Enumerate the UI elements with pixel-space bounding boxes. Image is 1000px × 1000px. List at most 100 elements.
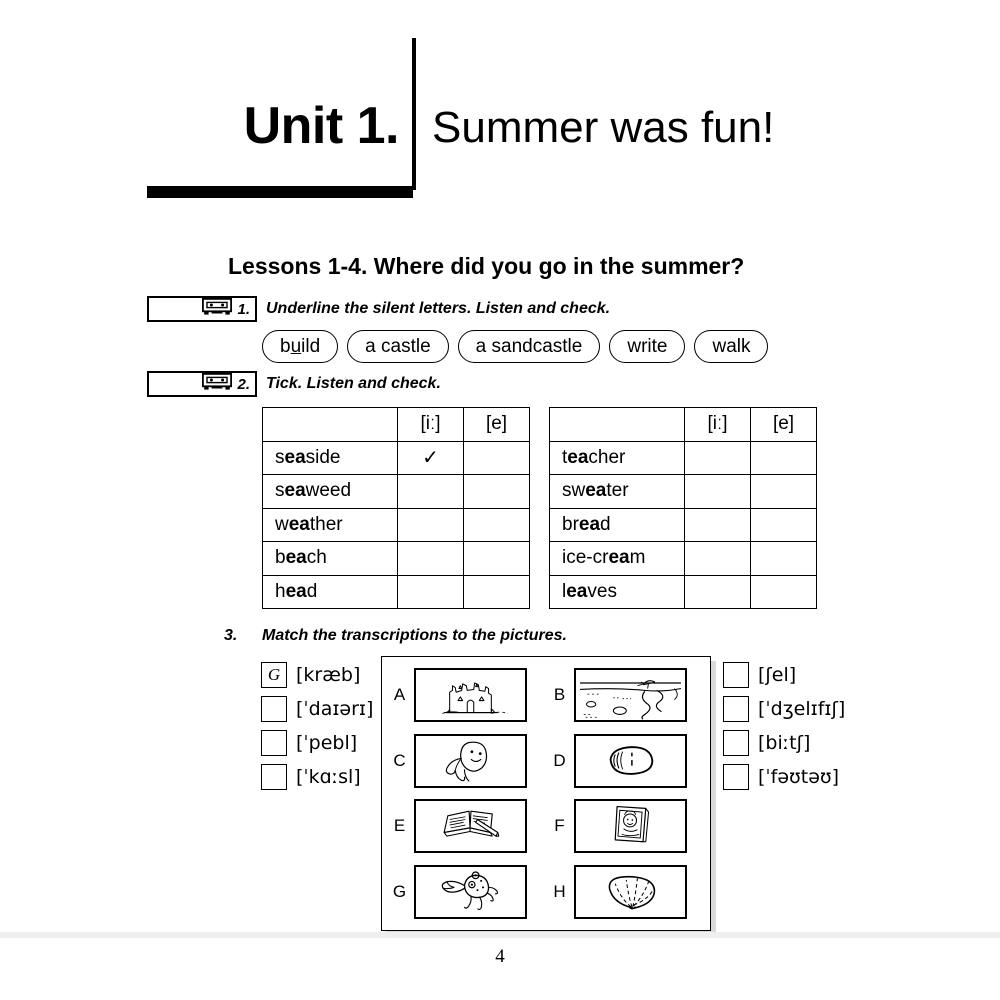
tick-cell-long-i[interactable] [684, 541, 751, 576]
word-cell-teacher: teacher [549, 440, 685, 475]
word-pill-a-sandcastle[interactable]: a sandcastle [457, 330, 601, 363]
word-part-bold: ea [284, 480, 306, 502]
tick-cell-long-i[interactable] [397, 541, 464, 576]
unit-title: Summer was fun! [432, 103, 775, 152]
word-part-pre: br [562, 513, 579, 535]
header-cell-long-i: [iː] [684, 407, 751, 442]
word-part-pre: s [275, 480, 285, 502]
header-black-bar [147, 186, 413, 198]
tick-cell-short-e[interactable] [750, 440, 817, 475]
transcription-text: [ˈpebl] [296, 731, 358, 754]
word-cell-beach: beach [262, 541, 398, 576]
word-part-pre: sw [562, 480, 586, 502]
transcription-list-right: [ʃel] [ˈdʒelɪfɪʃ] [biːtʃ] [ˈfəʊtəʊ] [723, 661, 845, 791]
table-row: ice-cream [549, 541, 817, 576]
word-part-bold: ea [288, 513, 310, 535]
page-number: 4 [495, 946, 505, 967]
picture-letter: C [393, 750, 406, 770]
tick-cell-short-e[interactable] [463, 574, 530, 609]
picture-letter: F [554, 816, 565, 836]
tick-cell-long-i[interactable] [397, 474, 464, 509]
sound-table-right: [iː] [e] teacher sweater bread ice-cream… [549, 407, 817, 609]
answer-box[interactable] [261, 764, 287, 790]
picture-cell-b: B [546, 667, 706, 722]
tick-cell-long-i[interactable] [684, 574, 751, 609]
exercise-3-number: 3. [224, 627, 238, 644]
transcription-text: [ˈdaɪərɪ] [296, 697, 374, 720]
diary-picture[interactable] [414, 799, 527, 854]
exercise-1-number: 1. [237, 300, 250, 318]
picture-cell-f: F [546, 799, 706, 854]
answer-box[interactable] [723, 696, 749, 722]
photo-picture[interactable] [574, 799, 687, 854]
answer-box[interactable] [723, 662, 749, 688]
jellyfish-picture[interactable] [414, 733, 527, 788]
tick-cell-short-e[interactable] [463, 440, 530, 475]
word-pill-a-castle[interactable]: a castle [347, 330, 449, 363]
tick-cell-short-e[interactable] [750, 474, 817, 509]
tick-cell-long-i[interactable] [397, 574, 464, 609]
sandcastle-picture[interactable] [414, 667, 527, 722]
tick-cell-long-i[interactable] [684, 507, 751, 542]
word-part-bold: ea [566, 580, 588, 602]
answer-box[interactable] [261, 730, 287, 756]
pebble-picture[interactable] [574, 733, 687, 788]
transcription-item: [biːtʃ] [723, 729, 845, 757]
header-cell-long-i: [iː] [397, 407, 464, 442]
transcription-text: [ˈfəʊtəʊ] [758, 765, 840, 788]
cassette-icon [202, 297, 233, 320]
tick-cell-short-e[interactable] [750, 507, 817, 542]
table-row: weather [262, 507, 530, 542]
header-vertical-rule [412, 38, 416, 190]
word-part-pre: ice-cr [562, 547, 609, 569]
tick-cell-long-i[interactable] [684, 474, 751, 509]
tick-cell-short-e[interactable] [463, 507, 530, 542]
pill-text-suffix: ild [301, 335, 321, 357]
picture-cell-c: C [386, 733, 546, 788]
table-header-row: [iː] [e] [549, 407, 817, 442]
answer-box[interactable] [723, 730, 749, 756]
picture-cell-g: G [386, 865, 546, 920]
word-part-post: ther [309, 513, 343, 535]
header-cell-word [549, 407, 685, 442]
crab-picture[interactable] [414, 865, 527, 920]
answer-box[interactable]: G [261, 662, 287, 688]
lessons-heading: Lessons 1-4. Where did you go in the sum… [228, 253, 745, 279]
word-part-pre: h [275, 580, 286, 602]
tick-cell-long-i[interactable]: ✓ [397, 440, 464, 475]
word-part-pre: s [275, 446, 285, 468]
word-part-post: weed [305, 480, 352, 502]
picture-letter: G [392, 882, 407, 902]
transcription-item: [ˈdʒelɪfɪʃ] [723, 695, 845, 723]
word-part-bold: ea [585, 480, 607, 502]
pill-text-underlined: u [290, 335, 302, 357]
tick-cell-short-e[interactable] [750, 574, 817, 609]
word-pill-build[interactable]: b u ild [262, 330, 339, 363]
word-pill-write[interactable]: write [609, 330, 686, 363]
tick-cell-short-e[interactable] [750, 541, 817, 576]
word-part-post: d [306, 580, 318, 602]
table-row: head [262, 574, 530, 609]
word-part-bold: ea [284, 446, 306, 468]
word-cell-seaweed: seaweed [262, 474, 398, 509]
table-row: seaside ✓ [262, 440, 530, 475]
header-cell-short-e: [e] [750, 407, 817, 442]
tick-cell-long-i[interactable] [684, 440, 751, 475]
table-header-row: [iː] [e] [262, 407, 530, 442]
tick-cell-short-e[interactable] [463, 474, 530, 509]
transcription-text: [ʃel] [758, 663, 797, 686]
word-part-post: m [629, 547, 646, 569]
tick-cell-long-i[interactable] [397, 507, 464, 542]
transcription-text: [biːtʃ] [758, 731, 811, 754]
table-row: seaweed [262, 474, 530, 509]
beach-picture[interactable] [574, 667, 687, 722]
table-row: teacher [549, 440, 817, 475]
answer-box[interactable] [261, 696, 287, 722]
unit-label: Unit 1. [243, 97, 400, 155]
picture-cell-d: D [546, 733, 706, 788]
tick-cell-short-e[interactable] [463, 541, 530, 576]
answer-box[interactable] [723, 764, 749, 790]
word-pill-walk[interactable]: walk [694, 330, 769, 363]
transcription-item: G [kræb] [261, 661, 373, 689]
shell-picture[interactable] [574, 865, 687, 920]
